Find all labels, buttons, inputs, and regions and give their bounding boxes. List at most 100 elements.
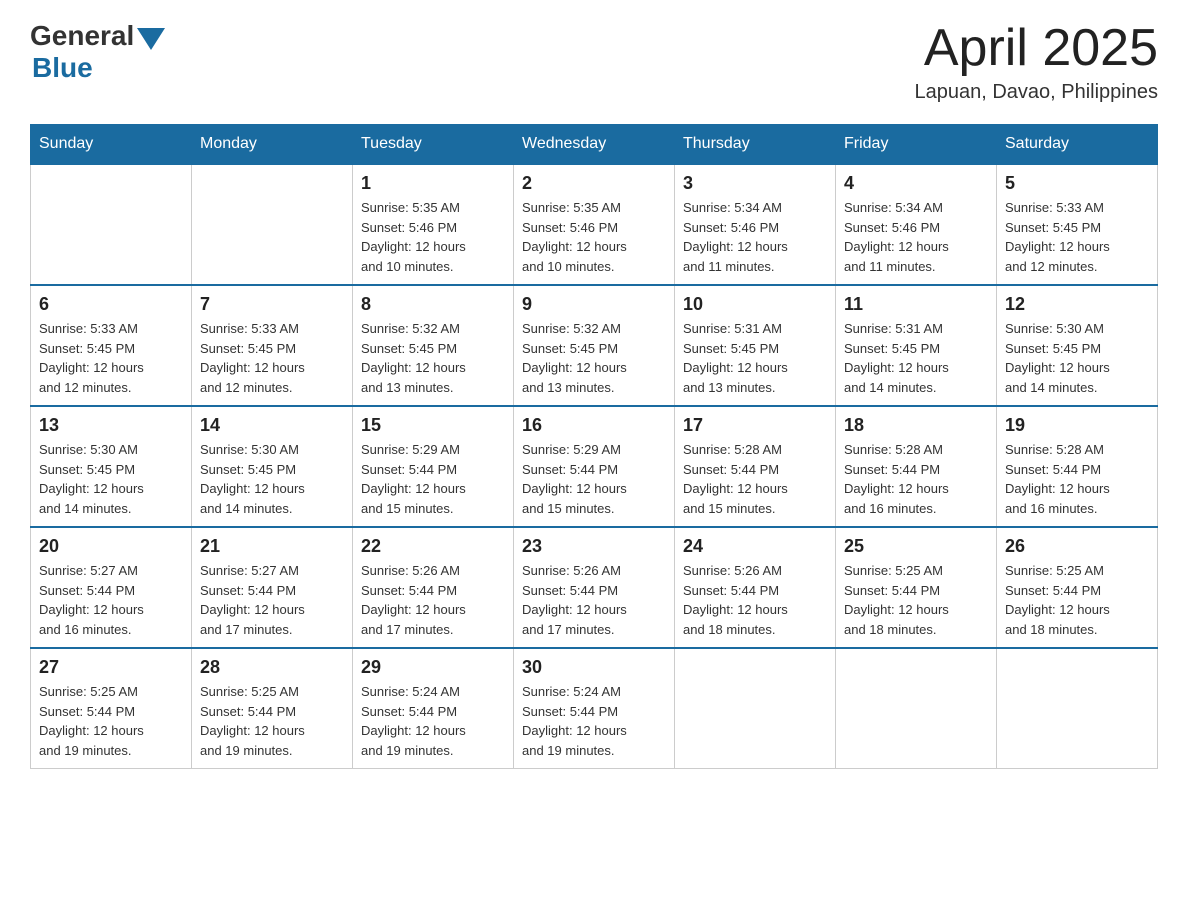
logo-general-text: General [30,20,134,52]
day-number: 6 [39,294,183,315]
calendar-cell: 5 Sunrise: 5:33 AMSunset: 5:45 PMDaylight… [997,164,1158,285]
calendar-cell [675,648,836,769]
day-number: 12 [1005,294,1149,315]
day-number: 16 [522,415,666,436]
day-number: 9 [522,294,666,315]
day-info: Sunrise: 5:33 AMSunset: 5:45 PMDaylight:… [200,319,344,397]
day-info: Sunrise: 5:28 AMSunset: 5:44 PMDaylight:… [1005,440,1149,518]
day-number: 14 [200,415,344,436]
calendar-cell: 9 Sunrise: 5:32 AMSunset: 5:45 PMDaylight… [514,285,675,406]
logo: General Blue [30,20,165,84]
calendar-cell: 20 Sunrise: 5:27 AMSunset: 5:44 PMDayligh… [31,527,192,648]
calendar-cell: 21 Sunrise: 5:27 AMSunset: 5:44 PMDayligh… [192,527,353,648]
month-title: April 2025 [914,20,1158,77]
day-info: Sunrise: 5:31 AMSunset: 5:45 PMDaylight:… [683,319,827,397]
day-info: Sunrise: 5:32 AMSunset: 5:45 PMDaylight:… [522,319,666,397]
day-info: Sunrise: 5:30 AMSunset: 5:45 PMDaylight:… [1005,319,1149,397]
week-row-2: 6 Sunrise: 5:33 AMSunset: 5:45 PMDaylight… [31,285,1158,406]
week-row-4: 20 Sunrise: 5:27 AMSunset: 5:44 PMDayligh… [31,527,1158,648]
calendar-cell: 26 Sunrise: 5:25 AMSunset: 5:44 PMDayligh… [997,527,1158,648]
calendar-cell: 24 Sunrise: 5:26 AMSunset: 5:44 PMDayligh… [675,527,836,648]
day-number: 15 [361,415,505,436]
day-info: Sunrise: 5:26 AMSunset: 5:44 PMDaylight:… [361,561,505,639]
day-number: 19 [1005,415,1149,436]
day-info: Sunrise: 5:34 AMSunset: 5:46 PMDaylight:… [683,198,827,276]
day-info: Sunrise: 5:29 AMSunset: 5:44 PMDaylight:… [522,440,666,518]
calendar-cell: 14 Sunrise: 5:30 AMSunset: 5:45 PMDayligh… [192,406,353,527]
page-header: General Blue April 2025 Lapuan, Davao, P… [30,20,1158,104]
day-number: 11 [844,294,988,315]
weekday-header-sunday: Sunday [31,125,192,165]
day-info: Sunrise: 5:32 AMSunset: 5:45 PMDaylight:… [361,319,505,397]
calendar-cell: 18Sunrise: 5:28 AMSunset: 5:44 PMDayligh… [836,406,997,527]
weekday-header-saturday: Saturday [997,125,1158,165]
day-number: 8 [361,294,505,315]
calendar-cell: 28 Sunrise: 5:25 AMSunset: 5:44 PMDayligh… [192,648,353,769]
day-info: Sunrise: 5:28 AMSunset: 5:44 PMDaylight:… [683,440,827,518]
day-number: 25 [844,536,988,557]
calendar-cell [836,648,997,769]
calendar-cell: 30 Sunrise: 5:24 AMSunset: 5:44 PMDayligh… [514,648,675,769]
week-row-3: 13Sunrise: 5:30 AMSunset: 5:45 PMDayligh… [31,406,1158,527]
week-row-1: 1Sunrise: 5:35 AMSunset: 5:46 PMDaylight… [31,164,1158,285]
calendar-cell: 11 Sunrise: 5:31 AMSunset: 5:45 PMDayligh… [836,285,997,406]
logo-triangle-icon [137,28,165,50]
day-number: 27 [39,657,183,678]
calendar-cell: 12 Sunrise: 5:30 AMSunset: 5:45 PMDayligh… [997,285,1158,406]
day-number: 10 [683,294,827,315]
calendar-cell: 6Sunrise: 5:33 AMSunset: 5:45 PMDaylight… [31,285,192,406]
day-info: Sunrise: 5:30 AMSunset: 5:45 PMDaylight:… [39,440,183,518]
day-info: Sunrise: 5:27 AMSunset: 5:44 PMDaylight:… [200,561,344,639]
weekday-header-tuesday: Tuesday [353,125,514,165]
day-number: 24 [683,536,827,557]
day-info: Sunrise: 5:33 AMSunset: 5:45 PMDaylight:… [1005,198,1149,276]
day-info: Sunrise: 5:29 AMSunset: 5:44 PMDaylight:… [361,440,505,518]
day-info: Sunrise: 5:28 AMSunset: 5:44 PMDaylight:… [844,440,988,518]
location-text: Lapuan, Davao, Philippines [914,81,1158,104]
day-number: 29 [361,657,505,678]
calendar-cell: 15 Sunrise: 5:29 AMSunset: 5:44 PMDayligh… [353,406,514,527]
calendar-cell [997,648,1158,769]
calendar-table: SundayMondayTuesdayWednesdayThursdayFrid… [30,124,1158,769]
day-number: 23 [522,536,666,557]
day-info: Sunrise: 5:25 AMSunset: 5:44 PMDaylight:… [200,682,344,760]
calendar-cell: 22 Sunrise: 5:26 AMSunset: 5:44 PMDayligh… [353,527,514,648]
day-info: Sunrise: 5:25 AMSunset: 5:44 PMDaylight:… [39,682,183,760]
day-info: Sunrise: 5:26 AMSunset: 5:44 PMDaylight:… [522,561,666,639]
day-info: Sunrise: 5:34 AMSunset: 5:46 PMDaylight:… [844,198,988,276]
day-number: 26 [1005,536,1149,557]
day-number: 21 [200,536,344,557]
calendar-cell: 3 Sunrise: 5:34 AMSunset: 5:46 PMDaylight… [675,164,836,285]
calendar-cell: 25Sunrise: 5:25 AMSunset: 5:44 PMDayligh… [836,527,997,648]
day-number: 5 [1005,173,1149,194]
day-info: Sunrise: 5:30 AMSunset: 5:45 PMDaylight:… [200,440,344,518]
day-info: Sunrise: 5:31 AMSunset: 5:45 PMDaylight:… [844,319,988,397]
calendar-cell: 27 Sunrise: 5:25 AMSunset: 5:44 PMDayligh… [31,648,192,769]
calendar-cell: 23 Sunrise: 5:26 AMSunset: 5:44 PMDayligh… [514,527,675,648]
day-info: Sunrise: 5:24 AMSunset: 5:44 PMDaylight:… [361,682,505,760]
day-number: 20 [39,536,183,557]
day-number: 3 [683,173,827,194]
logo-blue-text: Blue [32,52,93,84]
calendar-cell: 16 Sunrise: 5:29 AMSunset: 5:44 PMDayligh… [514,406,675,527]
day-number: 22 [361,536,505,557]
week-row-5: 27 Sunrise: 5:25 AMSunset: 5:44 PMDayligh… [31,648,1158,769]
calendar-cell: 2Sunrise: 5:35 AMSunset: 5:46 PMDaylight… [514,164,675,285]
day-info: Sunrise: 5:24 AMSunset: 5:44 PMDaylight:… [522,682,666,760]
day-number: 28 [200,657,344,678]
calendar-cell: 1Sunrise: 5:35 AMSunset: 5:46 PMDaylight… [353,164,514,285]
calendar-cell [192,164,353,285]
calendar-cell: 17Sunrise: 5:28 AMSunset: 5:44 PMDayligh… [675,406,836,527]
weekday-header-monday: Monday [192,125,353,165]
day-number: 30 [522,657,666,678]
weekday-header-thursday: Thursday [675,125,836,165]
calendar-cell: 19 Sunrise: 5:28 AMSunset: 5:44 PMDayligh… [997,406,1158,527]
weekday-header-row: SundayMondayTuesdayWednesdayThursdayFrid… [31,125,1158,165]
day-info: Sunrise: 5:26 AMSunset: 5:44 PMDaylight:… [683,561,827,639]
day-info: Sunrise: 5:35 AMSunset: 5:46 PMDaylight:… [361,198,505,276]
day-info: Sunrise: 5:25 AMSunset: 5:44 PMDaylight:… [1005,561,1149,639]
calendar-cell: 29 Sunrise: 5:24 AMSunset: 5:44 PMDayligh… [353,648,514,769]
calendar-cell: 7Sunrise: 5:33 AMSunset: 5:45 PMDaylight… [192,285,353,406]
day-info: Sunrise: 5:27 AMSunset: 5:44 PMDaylight:… [39,561,183,639]
calendar-cell: 4Sunrise: 5:34 AMSunset: 5:46 PMDaylight… [836,164,997,285]
